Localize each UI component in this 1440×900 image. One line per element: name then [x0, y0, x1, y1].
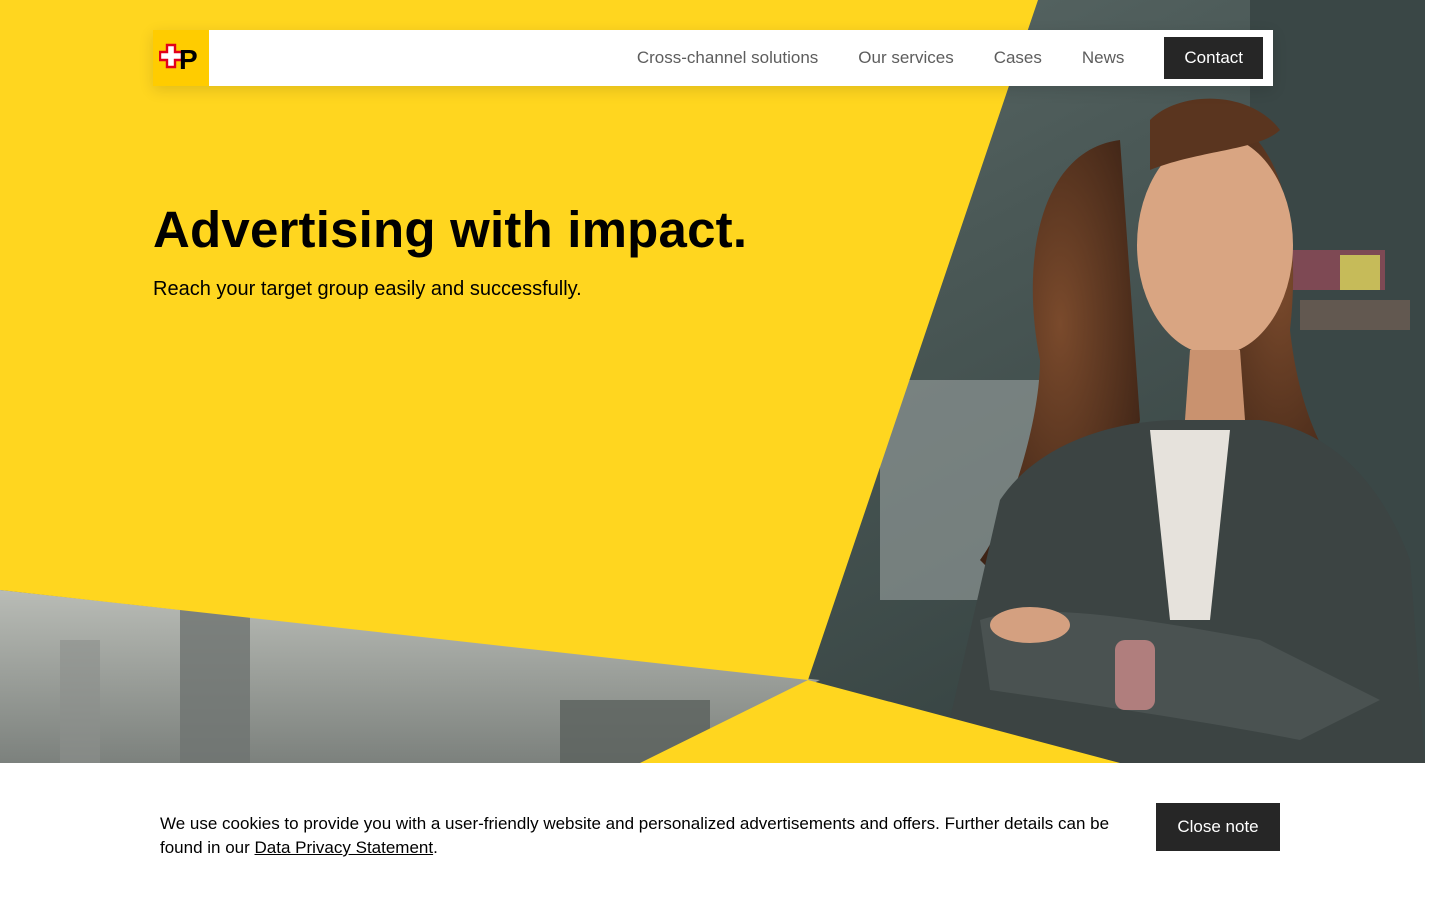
- hero-section: [0, 0, 1425, 763]
- contact-button[interactable]: Contact: [1164, 37, 1263, 79]
- cookie-notice-text: We use cookies to provide you with a use…: [160, 812, 1120, 860]
- logo-letter: P: [179, 44, 198, 73]
- swiss-post-logo[interactable]: P: [153, 30, 209, 86]
- nav-item-cross-channel-solutions[interactable]: Cross-channel solutions: [637, 48, 818, 68]
- nav-item-our-services[interactable]: Our services: [858, 48, 953, 68]
- top-navigation-bar: P Cross-channel solutions Our services C…: [153, 30, 1273, 86]
- main-nav: Cross-channel solutions Our services Cas…: [637, 30, 1273, 86]
- nav-item-news[interactable]: News: [1082, 48, 1125, 68]
- page-scrollbar[interactable]: [1425, 0, 1440, 763]
- hero-subtitle: Reach your target group easily and succe…: [153, 278, 582, 300]
- nav-item-cases[interactable]: Cases: [994, 48, 1042, 68]
- hero-photo: [0, 0, 1425, 763]
- data-privacy-link[interactable]: Data Privacy Statement: [255, 838, 434, 857]
- hero-title: Advertising with impact.: [153, 201, 748, 258]
- close-note-button[interactable]: Close note: [1156, 803, 1280, 851]
- swiss-post-logo-icon: P: [159, 43, 198, 73]
- cookie-text-after: .: [433, 838, 438, 857]
